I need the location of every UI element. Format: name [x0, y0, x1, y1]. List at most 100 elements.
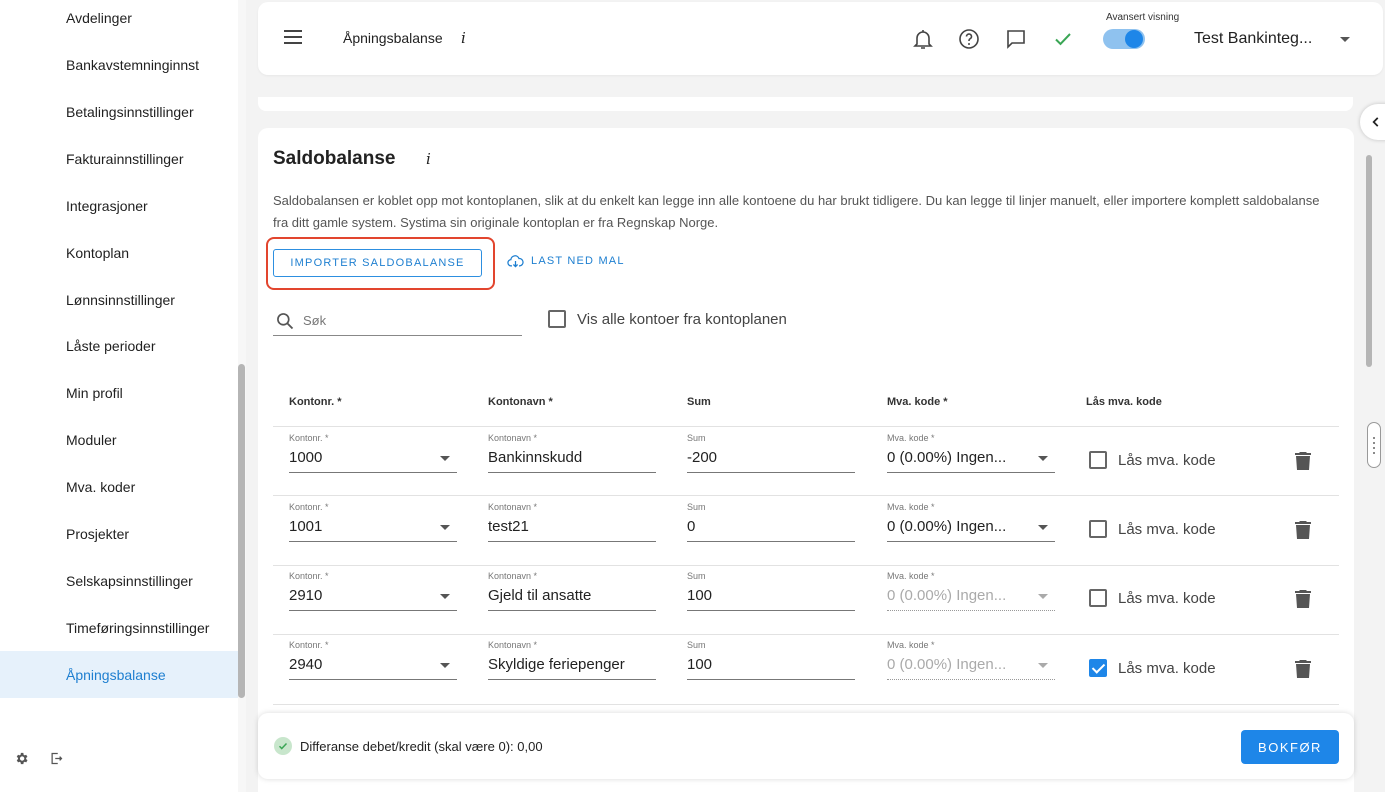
account-no-select[interactable]: Kontonr. * 2940 [289, 640, 457, 680]
sum-field[interactable]: Sum 100 [687, 571, 855, 611]
drag-handle[interactable] [1367, 422, 1381, 468]
sidebar-item-timeforingsinnstillinger[interactable]: Timeføringsinnstillinger [0, 604, 238, 651]
lock-vat-checkbox[interactable] [1089, 451, 1107, 469]
field-label: Sum [687, 571, 706, 581]
column-header-account-name: Kontonavn * [488, 396, 553, 408]
sidebar-item-prosjekter[interactable]: Prosjekter [0, 510, 238, 557]
trash-icon[interactable] [1295, 660, 1311, 678]
sidebar-item-min-profil[interactable]: Min profil [0, 369, 238, 416]
help-icon[interactable] [957, 27, 981, 51]
account-no-select[interactable]: Kontonr. * 1000 [289, 433, 457, 473]
account-no-value: 1001 [289, 518, 323, 535]
lock-vat-option[interactable]: Lås mva. kode [1089, 659, 1216, 677]
bell-icon[interactable] [911, 27, 935, 51]
lock-vat-option[interactable]: Lås mva. kode [1089, 589, 1216, 607]
chevron-left-icon [1372, 117, 1379, 127]
account-name-field[interactable]: Kontonavn * test21 [488, 502, 656, 542]
company-selector[interactable]: Test Banki­nteg... [1194, 30, 1312, 48]
field-label: Kontonr. * [289, 571, 329, 581]
sidebar-item-lonnsinnstillinger[interactable]: Lønnsinnstillinger [0, 276, 238, 323]
show-all-accounts-option[interactable]: Vis alle kontoer fra kontoplanen [548, 310, 787, 328]
sidebar-item-apningsbalanse[interactable]: Åpningsbalanse [0, 651, 238, 698]
vat-code-value: 0 (0.00%) Ingen... [887, 656, 1007, 673]
chevron-down-icon [1038, 525, 1048, 530]
sidebar-item-integrasjoner[interactable]: Integrasjoner [0, 182, 238, 229]
sidebar-item-label: Låste perioder [66, 337, 156, 354]
main-scrollbar-thumb[interactable] [1366, 155, 1372, 367]
lock-vat-checkbox[interactable] [1089, 520, 1107, 538]
chevron-down-icon [440, 594, 450, 599]
account-name-value: test21 [488, 518, 529, 535]
lock-vat-checkbox[interactable] [1089, 659, 1107, 677]
field-label: Kontonr. * [289, 640, 329, 650]
field-label: Kontonavn * [488, 502, 538, 512]
sidebar-item-avdelinger[interactable]: Avdelinger [0, 0, 238, 41]
account-name-field[interactable]: Kontonavn * Bankinnskudd [488, 433, 656, 473]
column-header-vat-code: Mva. kode * [887, 396, 948, 408]
section-title: Saldobalanse [273, 148, 396, 169]
info-icon[interactable]: i [426, 150, 431, 168]
trash-icon[interactable] [1295, 521, 1311, 539]
search-input[interactable] [303, 313, 503, 328]
sidebar-item-label: Bankavstemninginnst [66, 56, 200, 73]
lock-vat-option[interactable]: Lås mva. kode [1089, 520, 1216, 538]
check-icon[interactable] [1051, 27, 1075, 51]
vat-code-select[interactable]: Mva. kode * 0 (0.00%) Ingen... [887, 433, 1055, 473]
info-icon[interactable]: i [461, 29, 466, 47]
logout-icon[interactable] [48, 750, 64, 766]
show-all-accounts-checkbox[interactable] [548, 310, 566, 328]
collapse-panel-button[interactable] [1360, 104, 1385, 140]
account-no-value: 2910 [289, 587, 323, 604]
sidebar-item-selskapsinnstillinger[interactable]: Selskapsinnstillinger [0, 557, 238, 604]
field-label: Mva. kode * [887, 433, 935, 443]
sum-field[interactable]: Sum 100 [687, 640, 855, 680]
menu-icon[interactable] [284, 30, 302, 44]
sum-field[interactable]: Sum -200 [687, 433, 855, 473]
download-template-button[interactable]: LAST NED MAL [507, 254, 625, 268]
sidebar-item-label: Min profil [66, 384, 123, 401]
post-button[interactable]: BOKFØR [1241, 730, 1339, 764]
sidebar-item-kontoplan[interactable]: Kontoplan [0, 229, 238, 276]
chevron-down-icon [440, 456, 450, 461]
gear-icon[interactable] [13, 750, 29, 766]
sum-field[interactable]: Sum 0 [687, 502, 855, 542]
trash-icon[interactable] [1295, 452, 1311, 470]
import-balance-button[interactable]: IMPORTER SALDOBALANSE [273, 249, 482, 277]
column-header-sum: Sum [687, 396, 711, 408]
advanced-view-label: Avansert visning [1106, 12, 1180, 23]
field-label: Mva. kode * [887, 640, 935, 650]
sidebar-scrollbar-thumb[interactable] [238, 364, 245, 698]
account-name-field[interactable]: Kontonavn * Gjeld til ansatte [488, 571, 656, 611]
chevron-down-icon[interactable] [1340, 37, 1350, 42]
lock-vat-option[interactable]: Lås mva. kode [1089, 451, 1216, 469]
field-label: Sum [687, 640, 706, 650]
difference-status: Differanse debet/kredit (skal være 0): 0… [300, 739, 543, 754]
sum-value: -200 [687, 449, 718, 466]
sidebar-item-label: Åpningsbalanse [66, 666, 166, 683]
chat-icon[interactable] [1004, 27, 1028, 51]
lock-vat-checkbox[interactable] [1089, 589, 1107, 607]
search-field [273, 306, 522, 336]
sum-value: 0 [687, 518, 696, 535]
account-name-field[interactable]: Kontonavn * Skyldige feriepenger [488, 640, 656, 680]
sidebar-item-betalingsinnstillinger[interactable]: Betalingsinnstillinger [0, 88, 238, 135]
sidebar-item-mva-koder[interactable]: Mva. koder [0, 463, 238, 510]
trash-icon[interactable] [1295, 590, 1311, 608]
sidebar-item-label: Selskapsinnstillinger [66, 572, 193, 589]
sidebar-item-fakturainnstillinger[interactable]: Fakturainnstillinger [0, 135, 238, 182]
account-name-value: Skyldige feriepenger [488, 656, 625, 673]
vat-code-select[interactable]: Mva. kode * 0 (0.00%) Ingen... [887, 502, 1055, 542]
field-label: Sum [687, 433, 706, 443]
sidebar-item-label: Avdelinger [66, 9, 132, 26]
account-no-select[interactable]: Kontonr. * 1001 [289, 502, 457, 542]
sidebar-item-moduler[interactable]: Moduler [0, 416, 238, 463]
vat-code-select-disabled: Mva. kode * 0 (0.00%) Ingen... [887, 640, 1055, 680]
show-all-accounts-label: Vis alle kontoer fra kontoplanen [577, 310, 787, 328]
page-title: Åpningsbalanse [343, 30, 443, 46]
sidebar-item-bankavstemming[interactable]: Bankavstemninginnst [0, 41, 238, 88]
advanced-view-toggle[interactable] [1103, 29, 1145, 49]
sidebar-item-laste-perioder[interactable]: Låste perioder [0, 322, 238, 369]
account-no-value: 1000 [289, 449, 323, 466]
account-no-select[interactable]: Kontonr. * 2910 [289, 571, 457, 611]
saldobalanse-card: Saldobalanse i Saldobalansen er koblet o… [258, 128, 1354, 792]
